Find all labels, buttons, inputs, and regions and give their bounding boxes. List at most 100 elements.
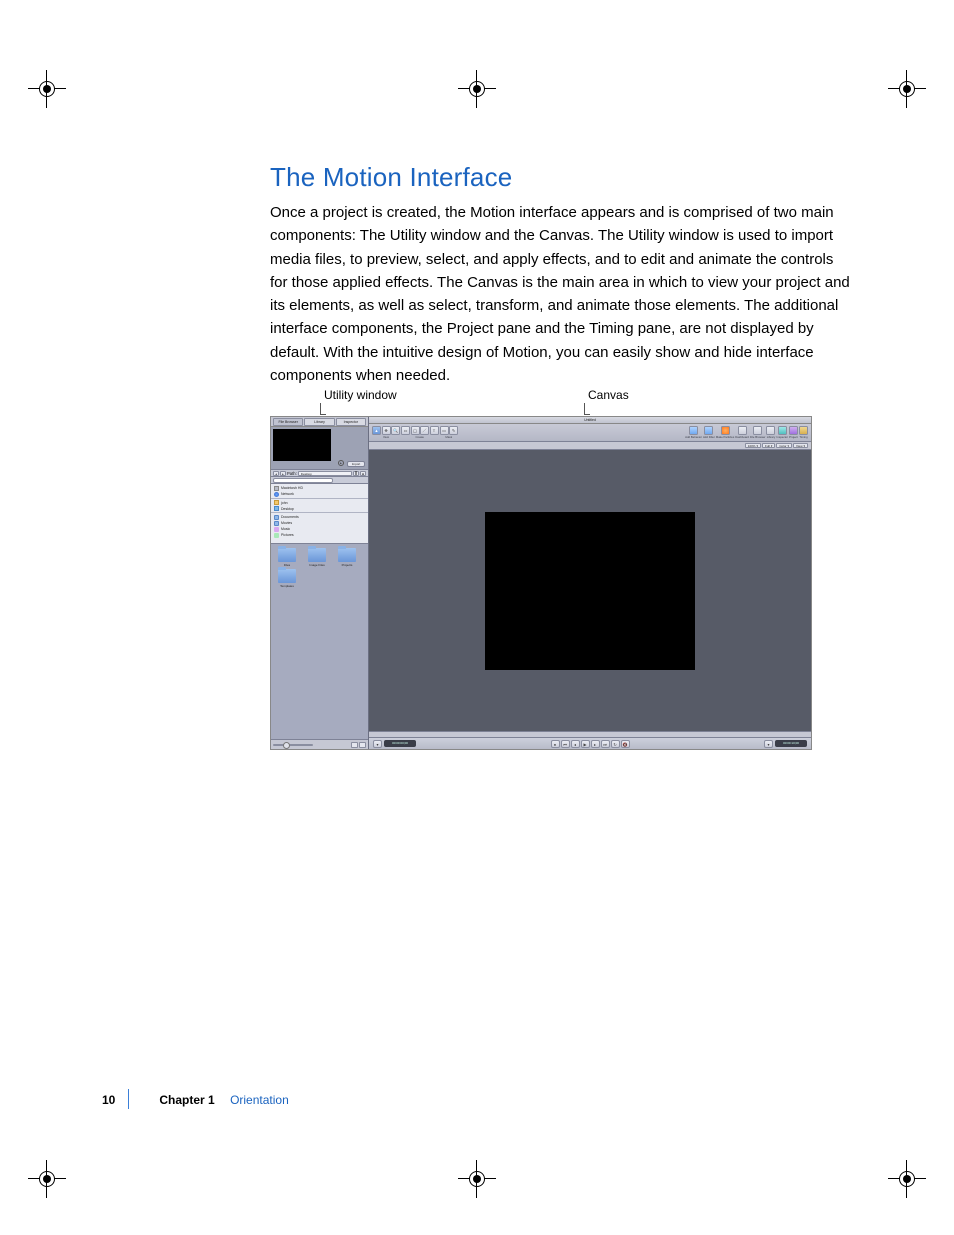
toolbar-button-label: Add Behavior <box>685 435 702 439</box>
preview-thumbnail <box>273 429 331 461</box>
toolbar-group: ▭◯／T Create <box>401 426 439 440</box>
play-preview-icon[interactable]: ▸ <box>338 460 344 466</box>
folder-item[interactable]: Projects <box>335 548 359 567</box>
color-mode[interactable]: Color▾ <box>776 443 792 448</box>
line-tool-button[interactable]: ／ <box>420 426 429 435</box>
toolbar-group: Add Filter <box>703 426 715 440</box>
page-number: 10 <box>102 1093 115 1107</box>
toolbar-group: ▭✎Mask <box>440 426 459 440</box>
step-fwd-button[interactable]: ▸ <box>591 740 600 748</box>
folder-grid: Files Image Files Projects Templates <box>271 544 368 739</box>
toolbar-group: Dashboard <box>735 426 749 440</box>
rect-tool-button[interactable]: ▭ <box>401 426 410 435</box>
toolbar-button-label: File Browser <box>750 435 766 439</box>
toolbar-button-label: Make Particles <box>716 435 734 439</box>
folder-label: Projects <box>335 563 359 567</box>
mask-bezier-tool-button[interactable]: ✎ <box>449 426 458 435</box>
folder-item[interactable]: Files <box>275 548 299 567</box>
sidebar-item-label: Movies <box>281 521 292 525</box>
mask-rect-tool-button[interactable]: ▭ <box>440 426 449 435</box>
toolbar-group: File Browser <box>750 426 766 440</box>
utility-tabs: File Browser Library Inspector <box>271 417 368 427</box>
sidebar-item-label: Desktop <box>281 507 294 511</box>
zoom-tool-button[interactable]: 🔍 <box>391 426 400 435</box>
interface-screenshot: File Browser Library Inspector ▸ Import … <box>270 416 812 750</box>
go-end-button[interactable]: ⏭ <box>601 740 610 748</box>
timing-button[interactable] <box>799 426 808 435</box>
sidebar-item-label: Music <box>281 527 290 531</box>
step-back-button[interactable]: ◂ <box>571 740 580 748</box>
add-filter-button[interactable] <box>704 426 713 435</box>
toolbar-button-label: Add Filter <box>703 435 715 439</box>
view-list-button[interactable]: ≣ <box>353 471 359 476</box>
tab-file-browser[interactable]: File Browser <box>273 418 303 426</box>
sidebar-item-label: Documents <box>281 515 299 519</box>
inspector-button[interactable] <box>778 426 787 435</box>
tab-library[interactable]: Library <box>304 418 334 426</box>
search-bar <box>271 477 368 484</box>
nav-back-button[interactable]: ◂ <box>273 471 279 476</box>
text-tool-button[interactable]: T <box>430 426 439 435</box>
canvas-titlebar: Untitled <box>369 417 811 424</box>
toolbar-group: Make Particles <box>716 426 734 440</box>
info-button[interactable] <box>359 742 366 748</box>
toolbar-group: ▲✥🔍View <box>372 426 400 440</box>
canvas-toolbar: ▲✥🔍View▭◯／TCreate▭✎Mask Add BehaviorAdd … <box>369 424 811 442</box>
crop-marks-top <box>0 70 954 108</box>
nav-forward-button[interactable]: ▸ <box>280 471 286 476</box>
folder-icon <box>278 569 296 583</box>
mute-button[interactable]: 🔇 <box>621 740 630 748</box>
canvas-stage <box>485 512 695 670</box>
project-button[interactable] <box>789 426 798 435</box>
folder-label: Image Files <box>305 563 329 567</box>
sidebar-item[interactable]: Network <box>271 491 368 499</box>
timecode-current[interactable]: 00:00:00;00 <box>384 740 416 747</box>
thumbnail-size-slider[interactable] <box>273 744 313 746</box>
sidebar-item[interactable]: Pictures <box>271 532 368 538</box>
view-options[interactable]: View▾ <box>793 443 808 448</box>
pan-tool-button[interactable]: ✥ <box>382 426 391 435</box>
toolbar-button-label: Timing <box>799 435 807 439</box>
canvas-viewport[interactable] <box>369 450 811 731</box>
canvas-window: Untitled ▲✥🔍View▭◯／TCreate▭✎Mask Add Beh… <box>369 417 811 749</box>
go-start-button[interactable]: ⏮ <box>561 740 570 748</box>
select-tool-button[interactable]: ▲ <box>372 426 381 435</box>
sidebar-item-label: john <box>281 501 288 505</box>
zoom-bar: 100%▾ Full▾ Color▾ View▾ <box>369 442 811 450</box>
play-button[interactable]: ▶ <box>581 740 590 748</box>
dashboard-button[interactable] <box>738 426 747 435</box>
path-label: Path: <box>287 471 297 476</box>
import-button[interactable]: Import <box>347 461 365 467</box>
new-folder-button[interactable] <box>351 742 358 748</box>
toolbar-group: Timing <box>799 426 808 440</box>
toolbar-group-label: Create <box>416 435 424 439</box>
view-icon-button[interactable]: ⊞ <box>360 471 366 476</box>
path-bar: ◂ ▸ Path: Desktop ≣ ⊞ <box>271 469 368 477</box>
library-button[interactable] <box>766 426 775 435</box>
toolbar-group: Inspector <box>776 426 788 440</box>
zoom-percent[interactable]: 100%▾ <box>745 443 761 448</box>
make-particles-button[interactable] <box>721 426 730 435</box>
callout-canvas: Canvas <box>588 388 629 402</box>
project-duration-toggle[interactable]: ▾ <box>764 740 773 748</box>
loop-button[interactable]: ↻ <box>611 740 620 748</box>
sidebar-item[interactable]: Desktop <box>271 506 368 514</box>
search-input[interactable] <box>273 478 333 483</box>
folder-icon <box>274 515 279 520</box>
sidebar-item-label: Macintosh HD <box>281 486 303 490</box>
circle-tool-button[interactable]: ◯ <box>411 426 420 435</box>
toolbar-group: Add Behavior <box>685 426 702 440</box>
add-behavior-button[interactable] <box>689 426 698 435</box>
utility-window: File Browser Library Inspector ▸ Import … <box>271 417 369 749</box>
record-button[interactable]: ● <box>551 740 560 748</box>
file-browser-button[interactable] <box>753 426 762 435</box>
path-popup[interactable]: Desktop <box>298 471 352 476</box>
folder-item[interactable]: Templates <box>275 569 299 588</box>
timing-pane-toggle[interactable]: ▾ <box>373 740 382 748</box>
timecode-duration[interactable]: 00:00:10;00 <box>775 740 807 747</box>
folder-item[interactable]: Image Files <box>305 548 329 567</box>
toolbar-button-label: Project <box>789 435 798 439</box>
render-mode[interactable]: Full▾ <box>762 443 775 448</box>
tab-inspector[interactable]: Inspector <box>336 418 366 426</box>
toolbar-group: Library <box>766 426 775 440</box>
